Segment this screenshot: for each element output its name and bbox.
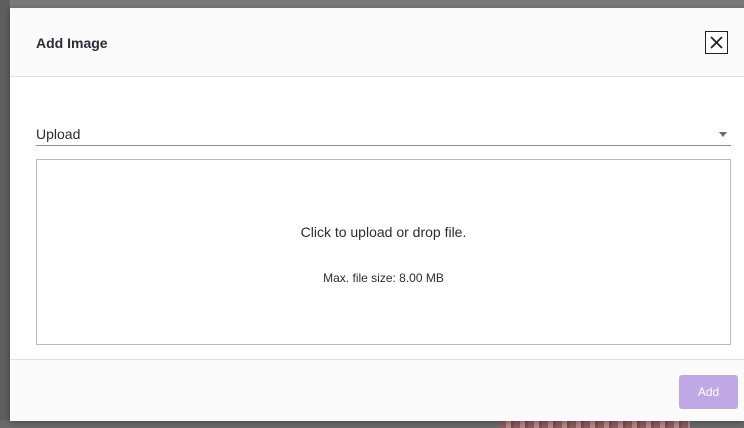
max-file-size-note: Max. file size: 8.00 MB xyxy=(323,271,444,285)
add-button[interactable]: Add xyxy=(679,375,738,409)
dialog-header: Add Image xyxy=(10,8,744,77)
source-select[interactable]: Upload xyxy=(36,115,731,146)
backdrop-edge xyxy=(0,0,10,428)
add-image-dialog: Add Image Upload Click to upload or drop… xyxy=(10,8,744,421)
background-image-sliver xyxy=(500,420,690,428)
close-button[interactable] xyxy=(705,31,728,54)
dialog-body: Upload Click to upload or drop file. Max… xyxy=(10,77,744,359)
dialog-footer: Add xyxy=(10,359,744,421)
dialog-title: Add Image xyxy=(36,35,108,51)
close-icon xyxy=(710,36,723,49)
caret-down-icon xyxy=(719,132,727,137)
source-select-value: Upload xyxy=(36,126,81,142)
dropzone-prompt: Click to upload or drop file. xyxy=(300,224,467,240)
upload-dropzone[interactable]: Click to upload or drop file. Max. file … xyxy=(36,159,731,345)
